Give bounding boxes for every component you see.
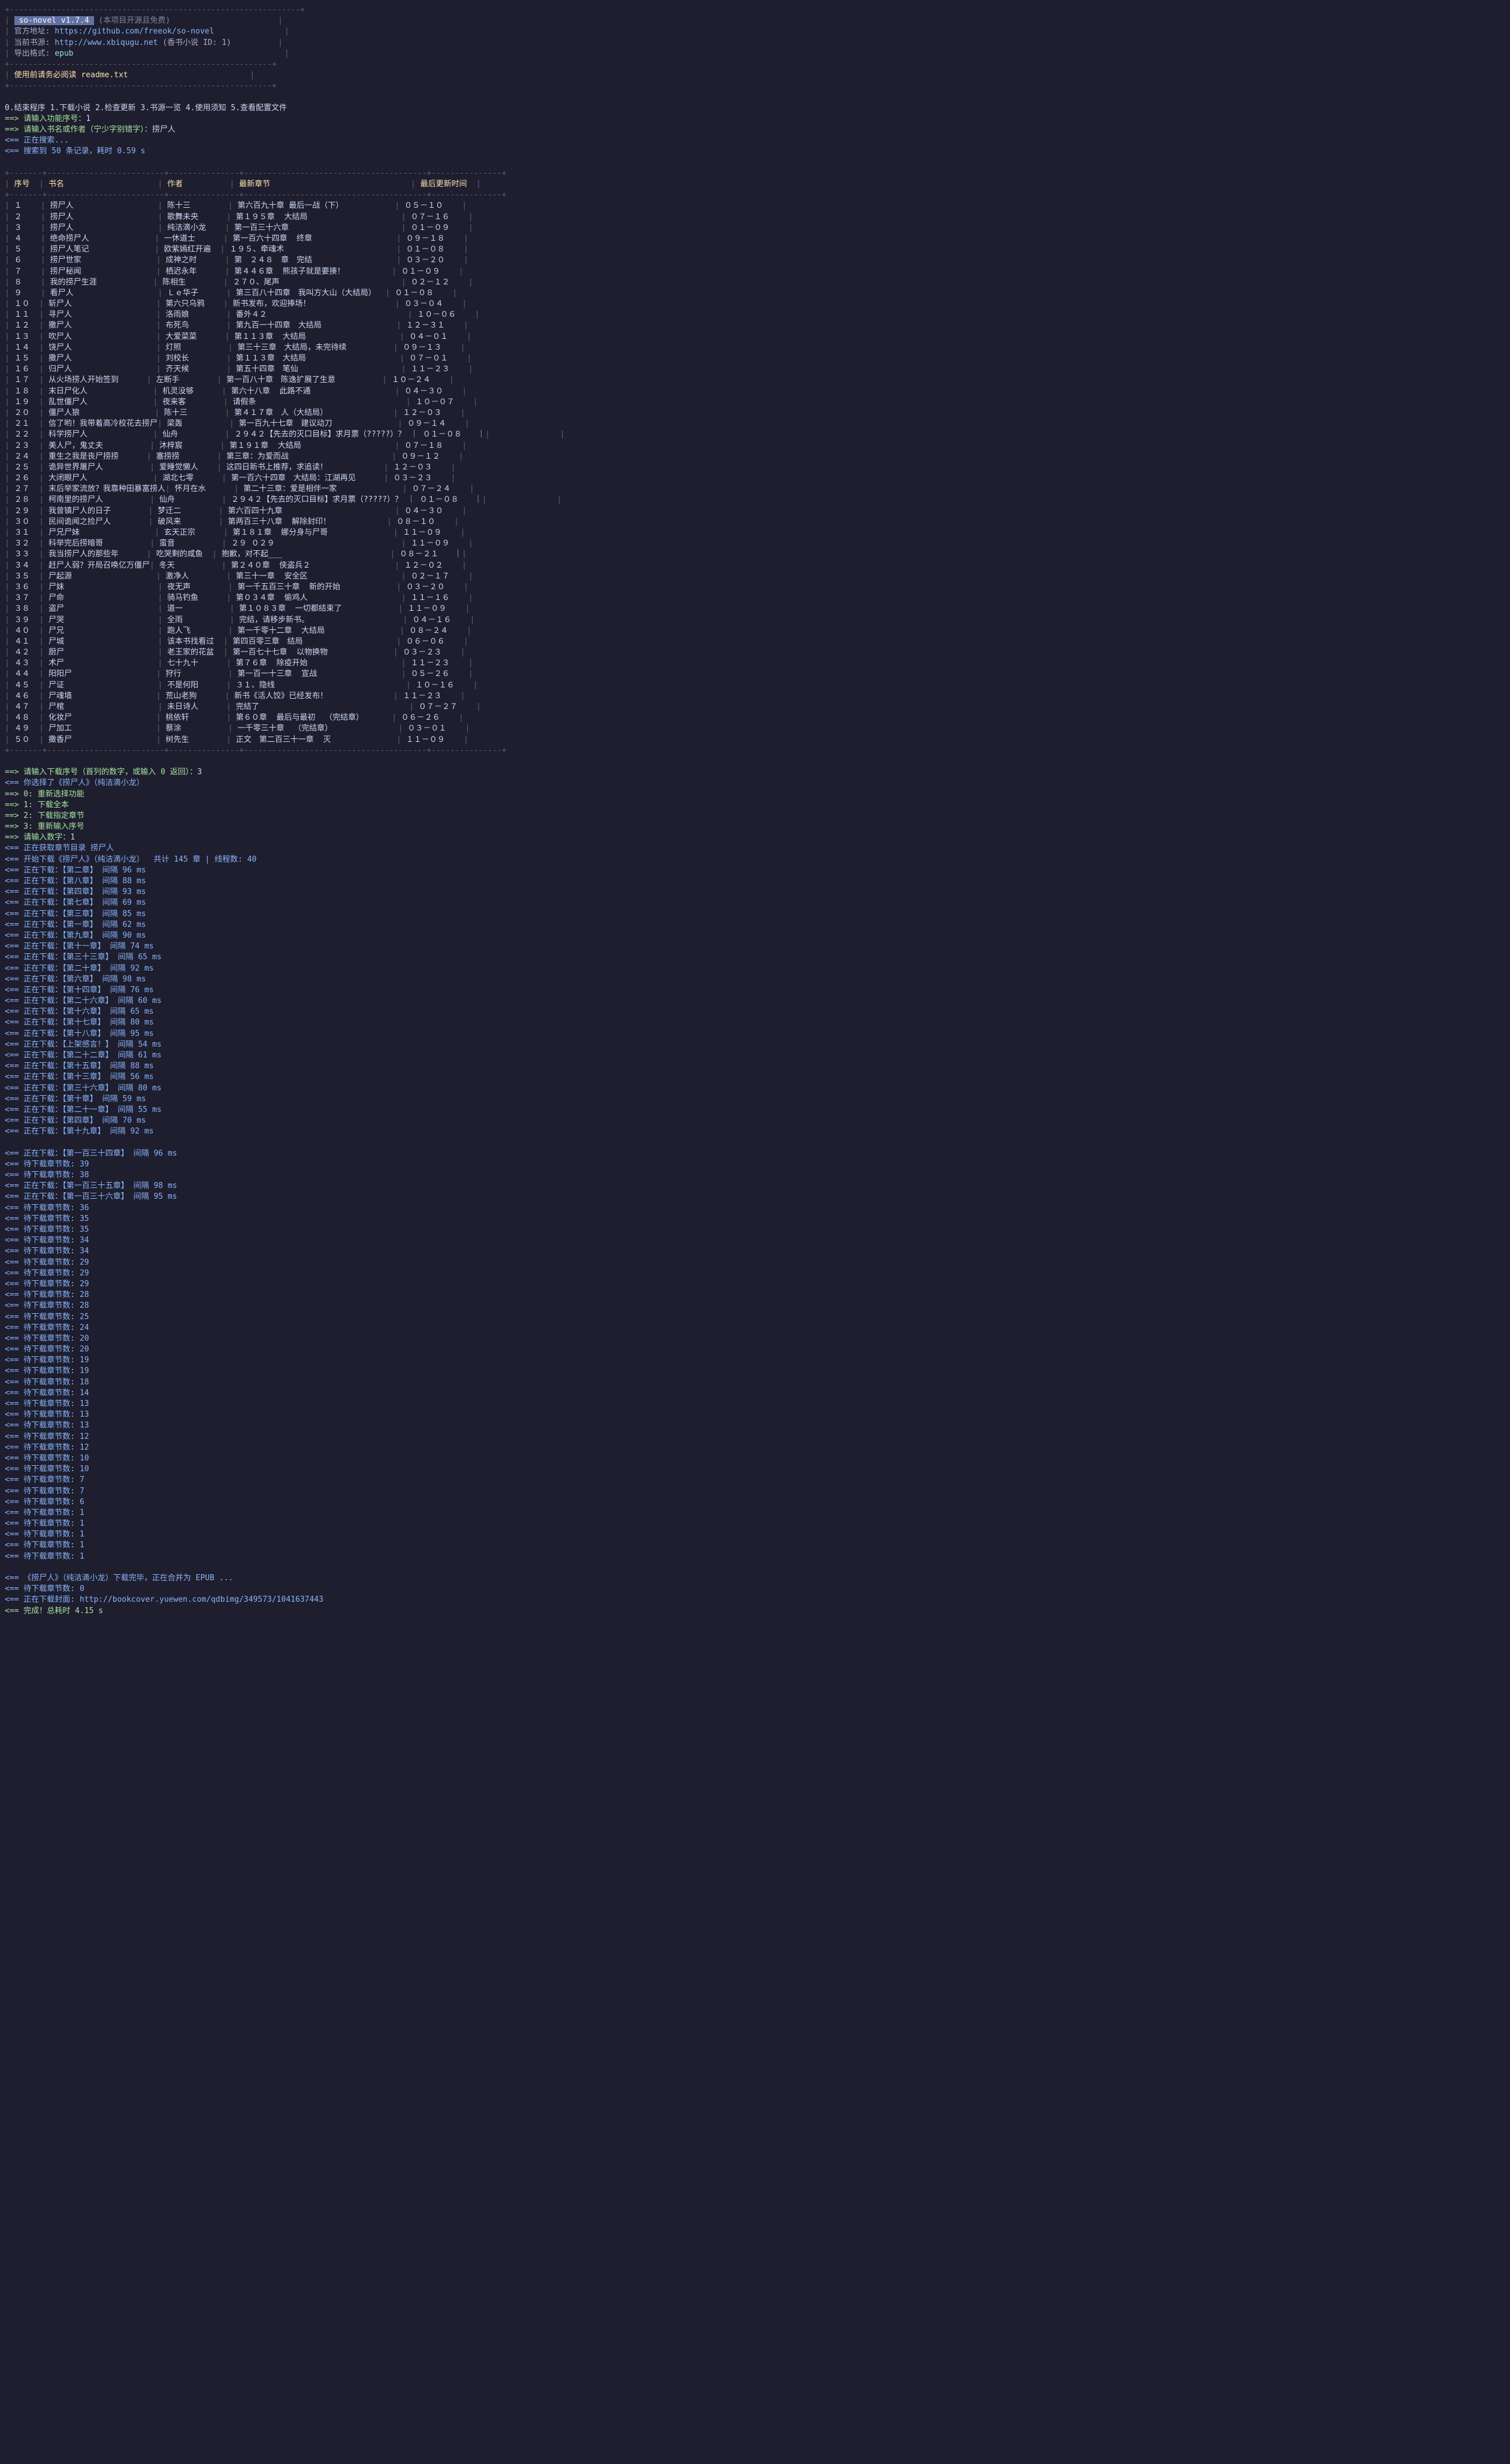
terminal-output: +---------------------------------------… [0,0,1510,1622]
